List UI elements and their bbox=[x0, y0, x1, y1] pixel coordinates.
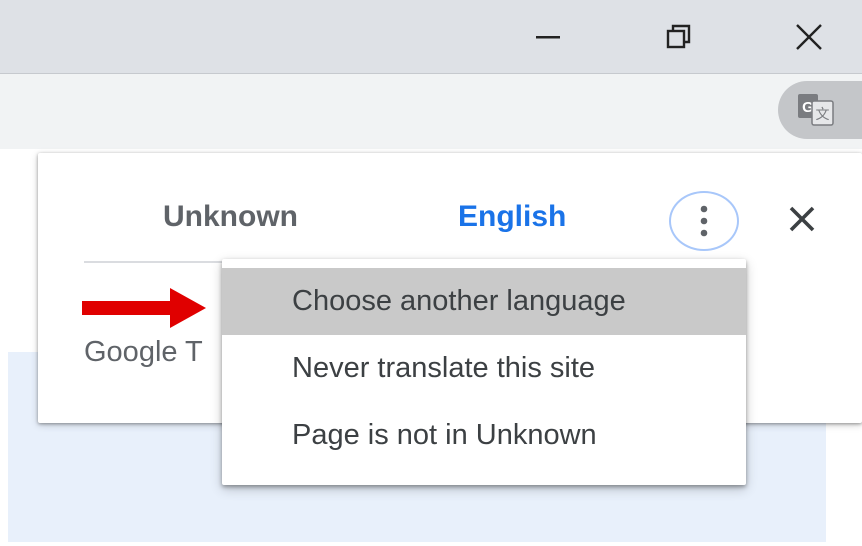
restore-button[interactable] bbox=[642, 0, 716, 73]
translate-page-button[interactable]: G 文 bbox=[778, 81, 862, 139]
more-vert-icon bbox=[700, 205, 708, 237]
more-options-button[interactable] bbox=[669, 191, 739, 251]
svg-text:文: 文 bbox=[816, 107, 830, 123]
minimize-button[interactable] bbox=[511, 0, 585, 73]
browser-toolbar bbox=[0, 73, 862, 149]
window-close-button[interactable] bbox=[772, 0, 846, 73]
close-bubble-button[interactable] bbox=[782, 199, 822, 239]
restore-icon bbox=[666, 24, 691, 48]
red-arrow-icon bbox=[82, 288, 206, 328]
menu-item-choose-another-language[interactable]: Choose another language bbox=[222, 268, 746, 335]
close-icon bbox=[789, 206, 815, 232]
tab-target-language[interactable]: English bbox=[458, 199, 566, 235]
close-icon bbox=[796, 23, 822, 50]
tab-source-language[interactable]: Unknown bbox=[163, 199, 298, 235]
google-translate-icon: G 文 bbox=[798, 94, 834, 126]
menu-item-page-not-in-language[interactable]: Page is not in Unknown bbox=[222, 402, 746, 469]
title-bar bbox=[0, 0, 862, 73]
options-menu: Choose another language Never translate … bbox=[222, 259, 746, 485]
google-translate-label: Google T bbox=[84, 336, 203, 368]
minimize-icon bbox=[536, 35, 560, 38]
menu-item-never-translate-site[interactable]: Never translate this site bbox=[222, 335, 746, 402]
